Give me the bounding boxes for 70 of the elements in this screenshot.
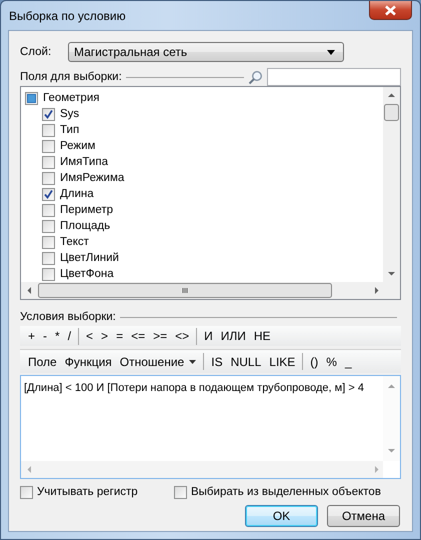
tree-item[interactable]: Текст (60, 236, 89, 248)
checkbox[interactable] (42, 268, 55, 280)
toolbar-button[interactable]: <> (171, 327, 194, 345)
toolbar-button[interactable]: Отношение (116, 352, 200, 370)
toolbar-button[interactable]: = (112, 327, 128, 345)
checkbox[interactable] (42, 156, 55, 168)
search-field[interactable] (267, 68, 401, 86)
tree-item[interactable]: Длина (60, 188, 94, 200)
toolbar-button[interactable]: < (82, 327, 98, 345)
toolbar-button[interactable]: НЕ (250, 327, 275, 345)
checkbox[interactable] (42, 236, 55, 248)
toolbar-button[interactable]: >= (149, 327, 172, 345)
layer-dropdown[interactable]: Магистральная сеть (68, 42, 344, 62)
dropdown-arrow-icon[interactable] (189, 360, 196, 364)
checkbox[interactable] (42, 252, 55, 264)
toolbar-button[interactable]: Поле (24, 352, 61, 370)
checkbox-label[interactable]: Учитывать регистр (37, 486, 138, 498)
toolbar-button[interactable]: + (24, 327, 40, 345)
vertical-scrollbar[interactable] (383, 87, 400, 282)
up-arrow-icon[interactable] (388, 384, 395, 388)
checkbox[interactable] (42, 172, 55, 184)
tree-item[interactable]: ЦветЛиний (60, 252, 119, 264)
window-title: Выборка по условию (9, 8, 126, 22)
checkbox[interactable] (42, 204, 55, 216)
toolbar-button[interactable]: LIKE (265, 352, 300, 370)
dropdown-arrow-icon[interactable] (327, 50, 335, 54)
dialog-button[interactable]: Отмена (327, 505, 400, 527)
tree-item[interactable]: Периметр (60, 204, 114, 216)
tree-item[interactable]: Sys (60, 108, 80, 120)
expression-field[interactable]: [Длина] < 100 И [Потери напора в подающем трубопроводе, м] > 4 (20, 375, 401, 479)
tree-item[interactable]: ИмяРежима (60, 172, 124, 184)
toolbar-button[interactable]: / (64, 327, 76, 345)
checkbox[interactable] (25, 92, 38, 104)
toolbar-button[interactable]: IS (207, 352, 227, 370)
toolbar-button[interactable]: _ (340, 352, 356, 370)
down-arrow-icon[interactable] (388, 449, 395, 452)
checkbox[interactable] (42, 140, 55, 152)
section-label: Условия выборки: (20, 311, 116, 323)
toolbar-button[interactable]: И (200, 327, 217, 345)
checkbox[interactable] (42, 124, 55, 136)
close-icon[interactable] (384, 4, 397, 16)
toolbar-button[interactable]: Функция (60, 352, 116, 370)
close-button[interactable] (369, 1, 412, 20)
toolbar-button[interactable]: () (306, 352, 322, 370)
toolbar-button[interactable]: - (39, 327, 52, 345)
checkbox[interactable] (20, 486, 33, 498)
toolbar-button[interactable]: <= (127, 327, 150, 345)
tree-item[interactable]: ЦветФона (60, 268, 114, 280)
checkbox-label[interactable]: Выбирать из выделенных объектов (191, 486, 381, 498)
horizontal-scrollbar[interactable] (21, 282, 400, 299)
checkbox[interactable] (42, 220, 55, 232)
dialog-button[interactable]: OK (245, 505, 318, 527)
checkbox[interactable] (42, 108, 55, 120)
toolbar-button[interactable]: NULL (226, 352, 266, 370)
tree-item[interactable]: Режим (60, 140, 96, 152)
field-label: Слой: (20, 46, 52, 58)
toolbar-button[interactable]: > (97, 327, 112, 345)
horizontal-scrollbar[interactable] (21, 461, 383, 478)
checkbox[interactable] (174, 486, 187, 498)
vertical-scrollbar[interactable] (383, 376, 400, 461)
checkbox[interactable] (42, 188, 55, 200)
tree-item[interactable]: Геометрия (43, 92, 100, 104)
toolbar-button[interactable]: ИЛИ (216, 327, 250, 345)
section-label: Поля для выборки: (20, 71, 122, 83)
tree-item[interactable]: Площадь (60, 220, 110, 232)
tree-item[interactable]: ИмяТипа (60, 156, 108, 168)
search-icon (248, 70, 263, 84)
tree-item[interactable]: Тип (60, 124, 80, 136)
toolbar-button[interactable]: * (51, 327, 64, 345)
toolbar-button[interactable]: % (322, 352, 341, 370)
